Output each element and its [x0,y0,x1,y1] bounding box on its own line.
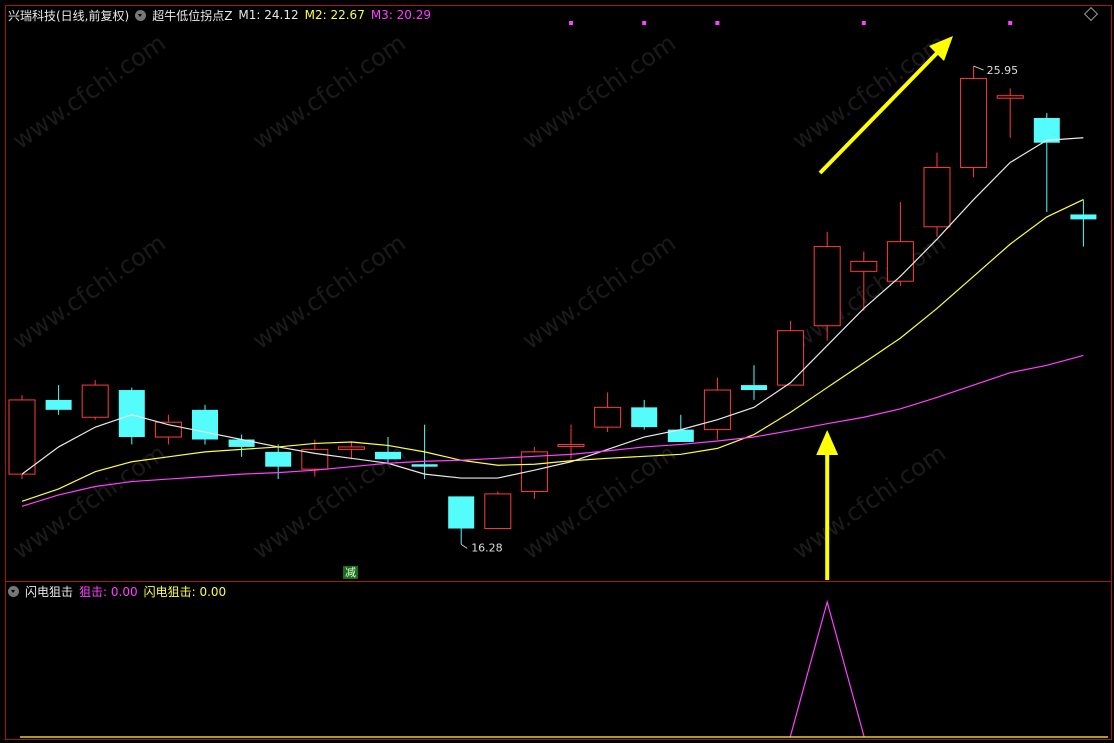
watermark: www.cfchi.com [787,229,950,355]
low-marker [460,543,468,549]
high-price-label: 25.95 [987,64,1019,77]
candle-body-up [960,77,988,168]
watermark: www.cfchi.com [247,229,410,355]
candle-body-up [594,406,622,428]
watermark: www.cfchi.com [517,229,680,355]
buy-arrow-head [816,430,839,455]
watermark: www.cfchi.com [787,439,950,565]
indicator-name: 超牛低位拐点Z [152,8,233,23]
signal-spike [789,599,865,738]
watermark: www.cfchi.com [247,29,410,155]
candle-body-down [741,385,767,391]
candle-body-down [118,390,145,438]
indicator-menu-button[interactable] [135,9,147,21]
watermark: www.cfchi.com [7,29,170,155]
m1-value: M1: 24.12 [238,8,299,22]
candle-body-down [411,464,438,467]
low-price-label: 16.28 [471,541,503,554]
reduce-badge: 减 [343,566,358,579]
candle-body-down [1070,214,1097,220]
signal-dot [715,21,720,25]
watermark: www.cfchi.com [517,29,680,155]
main-title-bar: 兴瑞科技(日线,前复权) 超牛低位拐点Z M1: 24.12 M2: 22.67… [8,7,431,23]
sub-indicator-name: 闪电狙击 [25,584,74,599]
signal-dot [642,21,647,25]
candle-body-up [923,166,951,228]
candle-body-down [265,451,292,467]
candle-body-down [375,451,401,460]
candle-body-up [777,330,805,386]
stock-name: 兴瑞科技(日线,前复权) [8,8,130,23]
kline-chart: www.cfchi.com www.cfchi.com www.cfchi.com w… [5,5,1112,740]
candle-body-up [813,246,841,327]
candle-body-down [192,409,218,440]
candle-body-up [301,448,329,470]
signal-dot [569,21,573,25]
candle-body-down [448,496,475,529]
high-marker [973,65,984,71]
signal-dot [861,21,866,25]
candle-body-up [8,399,36,475]
sub-panel-border [5,581,1112,740]
watermark: www.cfchi.com [7,229,170,355]
sub-indicator-menu-button[interactable] [8,585,19,597]
snipe-value: 狙击: 0.00 [79,584,138,599]
candle-body-down [228,439,255,447]
candle-body-down [1033,117,1060,143]
candle-body-up [484,493,512,530]
chart-frame: www.cfchi.com www.cfchi.com www.cfchi.com w… [0,0,1114,743]
candle-body-up [557,443,585,447]
m3-value: M3: 20.29 [370,8,432,22]
candle-body-up [703,389,731,431]
candle-body-down [631,407,658,428]
candle-body-up [850,260,878,272]
candle-body-up [337,446,365,450]
sub-title-bar: 闪电狙击 狙击: 0.00 闪电狙击: 0.00 [8,583,226,599]
flash-snipe-value: 闪电狙击: 0.00 [143,584,227,599]
candle-body-up [886,241,914,282]
watermark: www.cfchi.com [787,29,950,155]
candle-body-up [81,384,109,418]
candle-body-up [996,95,1024,99]
candle-body-down [45,399,72,410]
m2-value: M2: 22.67 [304,8,365,22]
signal-dot [1008,21,1013,25]
main-panel-border [5,5,1112,582]
